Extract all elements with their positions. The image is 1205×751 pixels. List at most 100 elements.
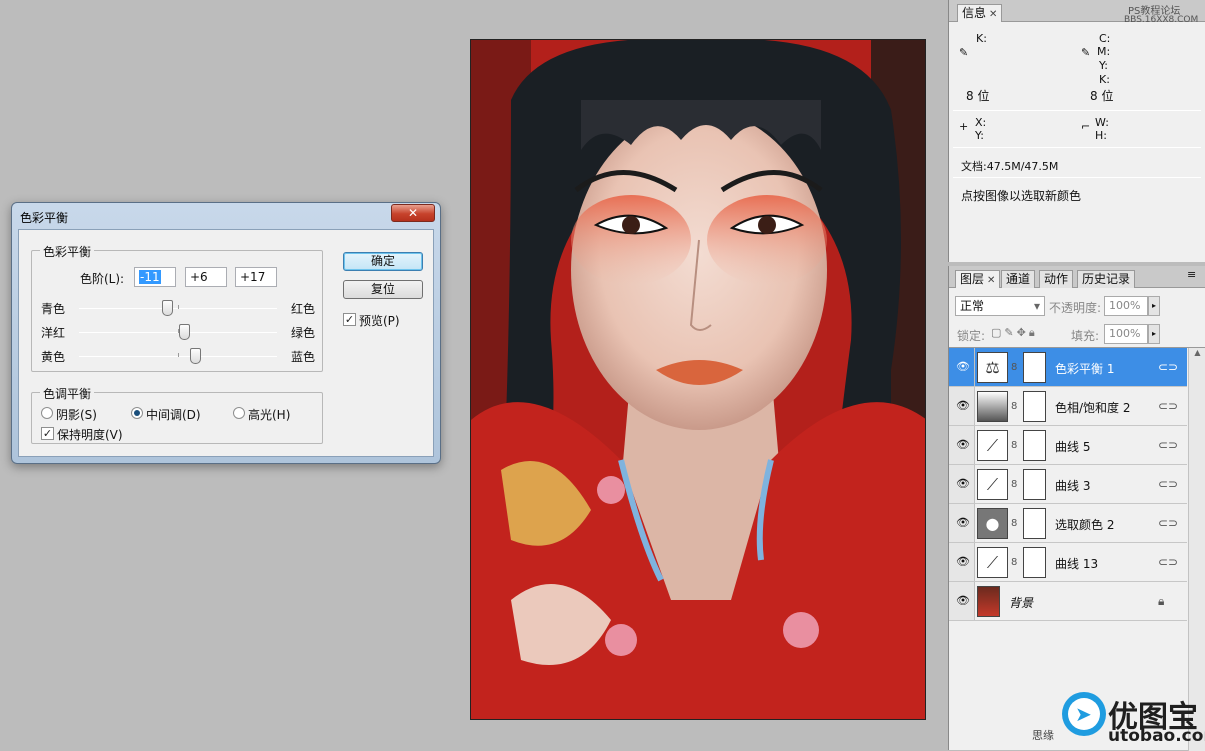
chain-icon[interactable]: 8 bbox=[1011, 518, 1017, 529]
layer-row[interactable]: 👁︎ ⟋ 8 曲线 3 ⊂⊃ bbox=[949, 465, 1187, 504]
blend-mode-select[interactable]: 正常 ▾ bbox=[955, 296, 1045, 316]
reset-button[interactable]: 复位 bbox=[343, 280, 423, 299]
eye-icon[interactable]: 👁︎ bbox=[956, 360, 970, 374]
link-icon: ⊂⊃ bbox=[1158, 438, 1179, 452]
portrait-photo bbox=[471, 40, 925, 719]
chain-icon[interactable]: 8 bbox=[1011, 557, 1017, 568]
slider-thumb[interactable] bbox=[178, 324, 190, 340]
watermark-forum-url: BBS.16XX8.COM bbox=[1124, 15, 1199, 25]
level-yellow-blue-input[interactable]: +17 bbox=[235, 267, 277, 287]
slider-cyan-red[interactable] bbox=[79, 300, 277, 316]
slider-blue-label: 蓝色 bbox=[291, 350, 316, 364]
layer-mask[interactable] bbox=[1023, 508, 1046, 539]
slider-magenta-green[interactable] bbox=[79, 324, 277, 340]
dialog-title: 色彩平衡 bbox=[20, 211, 69, 225]
slider-green-label: 绿色 bbox=[291, 326, 316, 340]
layer-row[interactable]: 👁︎ 背景 🔒︎ bbox=[949, 582, 1187, 621]
info-h: H: bbox=[1095, 129, 1107, 142]
tab-info[interactable]: 信息 ✕ bbox=[957, 4, 1003, 22]
panel-menu-icon[interactable]: ≡ bbox=[1187, 268, 1196, 281]
close-icon[interactable]: ✕ bbox=[989, 9, 997, 20]
curves-icon: ⟋ bbox=[977, 430, 1008, 461]
layer-mask[interactable] bbox=[1023, 547, 1046, 578]
layer-row[interactable]: 👁︎ ⚖ 8 色彩平衡 1 ⊂⊃ bbox=[949, 348, 1187, 387]
eye-icon[interactable]: 👁︎ bbox=[956, 594, 970, 608]
ok-button[interactable]: 确定 bbox=[343, 252, 423, 271]
info-panel: 信息 ✕ K: ✎ C: ✎ M: Y: K: 8 位 8 位 + X: Y: ⌐… bbox=[948, 0, 1205, 262]
levels-label: 色阶(L): bbox=[80, 272, 125, 286]
tab-history[interactable]: 历史记录 bbox=[1077, 270, 1136, 288]
tab-layers[interactable]: 图层 ✕ bbox=[955, 270, 1001, 288]
slider-yellow-blue[interactable] bbox=[79, 348, 277, 364]
preview-checkbox[interactable]: ✓ bbox=[343, 313, 356, 326]
layer-row[interactable]: 👁︎ ⟋ 8 曲线 13 ⊂⊃ bbox=[949, 543, 1187, 582]
info-x: X: bbox=[975, 116, 987, 129]
layers-list: 👁︎ ⚖ 8 色彩平衡 1 ⊂⊃ 👁︎ 8 色相/饱和度 2 ⊂⊃ 👁︎ ⟋ 8… bbox=[949, 347, 1205, 751]
level-cyan-red-input[interactable]: -11 bbox=[134, 267, 176, 287]
layer-name: 背景 bbox=[1009, 596, 1034, 610]
document-canvas[interactable] bbox=[470, 39, 926, 720]
info-w: W: bbox=[1095, 116, 1109, 129]
layer-mask[interactable] bbox=[1023, 352, 1046, 383]
slider-yellow-label: 黄色 bbox=[41, 350, 66, 364]
eye-icon[interactable]: 👁︎ bbox=[956, 516, 970, 530]
info-m: M: bbox=[1097, 45, 1111, 58]
link-icon: ⊂⊃ bbox=[1158, 555, 1179, 569]
radio-highlights-label: 高光(H) bbox=[248, 408, 291, 422]
eye-icon[interactable]: 👁︎ bbox=[956, 555, 970, 569]
layer-row[interactable]: 👁︎ ● 8 选取颜色 2 ⊂⊃ bbox=[949, 504, 1187, 543]
fill-slider-button[interactable]: ▸ bbox=[1148, 324, 1160, 344]
radio-midtones[interactable] bbox=[131, 407, 143, 419]
opacity-slider-button[interactable]: ▸ bbox=[1148, 296, 1160, 316]
chain-icon[interactable]: 8 bbox=[1011, 362, 1017, 373]
slider-thumb[interactable] bbox=[189, 348, 201, 364]
fill-input[interactable]: 100% bbox=[1104, 324, 1148, 344]
info-hint: 点按图像以选取新颜色 bbox=[961, 189, 1082, 203]
fill-label: 填充: bbox=[1071, 329, 1100, 343]
link-icon: ⊂⊃ bbox=[1158, 399, 1179, 413]
hue-saturation-icon bbox=[977, 391, 1008, 422]
tab-actions[interactable]: 动作 bbox=[1039, 270, 1074, 288]
eye-icon[interactable]: 👁︎ bbox=[956, 399, 970, 413]
layer-mask[interactable] bbox=[1023, 469, 1046, 500]
preserve-luminosity-checkbox[interactable]: ✓ bbox=[41, 427, 54, 440]
radio-shadows[interactable] bbox=[41, 407, 53, 419]
lock-icons[interactable]: ▢✎✥🔒︎ bbox=[991, 326, 1038, 340]
preserve-luminosity-label: 保持明度(V) bbox=[57, 428, 123, 442]
scroll-up-icon: ▲ bbox=[1194, 348, 1201, 357]
chain-icon[interactable]: 8 bbox=[1011, 440, 1017, 451]
close-icon[interactable]: ✕ bbox=[391, 204, 435, 222]
preview-label: 预览(P) bbox=[359, 314, 400, 328]
tab-channels[interactable]: 通道 bbox=[1001, 270, 1036, 288]
layer-mask[interactable] bbox=[1023, 391, 1046, 422]
link-icon: ⊂⊃ bbox=[1158, 360, 1179, 374]
opacity-input[interactable]: 100% bbox=[1104, 296, 1148, 316]
color-balance-group: 色彩平衡 bbox=[31, 243, 323, 372]
radio-highlights[interactable] bbox=[233, 407, 245, 419]
brand-url: utobao.com bbox=[1108, 726, 1205, 746]
layers-scrollbar[interactable]: ▲ bbox=[1188, 348, 1205, 751]
slider-magenta-label: 洋红 bbox=[41, 326, 66, 340]
tone-balance-group-title: 色调平衡 bbox=[40, 385, 95, 402]
eyedropper-icon: ✎ bbox=[1081, 46, 1091, 59]
eye-icon[interactable]: 👁︎ bbox=[956, 438, 970, 452]
layer-row[interactable]: 👁︎ 8 色相/饱和度 2 ⊂⊃ bbox=[949, 387, 1187, 426]
layer-name: 选取颜色 2 bbox=[1055, 518, 1115, 532]
info-bits-right: 8 位 bbox=[1090, 89, 1114, 103]
layer-name: 曲线 13 bbox=[1055, 557, 1099, 571]
level-magenta-green-input[interactable]: +6 bbox=[185, 267, 227, 287]
chain-icon[interactable]: 8 bbox=[1011, 401, 1017, 412]
eye-icon[interactable]: 👁︎ bbox=[956, 477, 970, 491]
slider-thumb[interactable] bbox=[162, 300, 174, 316]
layer-row[interactable]: 👁︎ ⟋ 8 曲线 5 ⊂⊃ bbox=[949, 426, 1187, 465]
layer-mask[interactable] bbox=[1023, 430, 1046, 461]
watermark-bottom-text: 思缘 bbox=[1032, 729, 1054, 742]
opacity-label: 不透明度: bbox=[1049, 301, 1102, 315]
layer-name: 曲线 5 bbox=[1055, 440, 1091, 454]
selective-color-icon: ● bbox=[977, 508, 1008, 539]
chain-icon[interactable]: 8 bbox=[1011, 479, 1017, 490]
document-size: 文档:47.5M/47.5M bbox=[961, 160, 1059, 173]
close-icon[interactable]: ✕ bbox=[987, 275, 995, 286]
curves-icon: ⟋ bbox=[977, 547, 1008, 578]
selection-size-icon: ⌐ bbox=[1081, 120, 1091, 133]
